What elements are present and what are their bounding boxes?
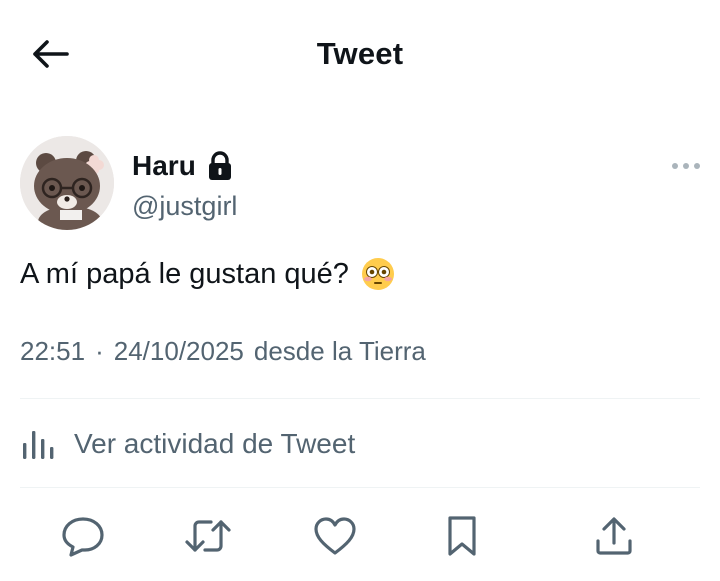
divider [20, 487, 700, 488]
heart-icon [314, 517, 356, 555]
tweet-author: Haru @justgirl [20, 136, 720, 232]
reply-icon [62, 517, 104, 557]
bookmark-icon [448, 516, 476, 556]
tweet-date[interactable]: 24/10/2025 [114, 336, 244, 367]
divider [20, 398, 700, 399]
user-handle[interactable]: @justgirl [132, 191, 237, 222]
top-bar: Tweet [0, 0, 720, 108]
view-activity-link[interactable]: Ver actividad de Tweet [20, 420, 355, 468]
teddy-bear-avatar-image [20, 136, 114, 230]
reply-button[interactable] [57, 510, 109, 562]
more-horizontal-icon [672, 163, 700, 169]
tweet-meta: 22:51 · 24/10/2025 desde la Tierra [20, 336, 426, 367]
tweet-text: A mí papá le gustan qué? [20, 258, 349, 290]
tweet-action-bar [0, 510, 720, 566]
more-options-button[interactable] [666, 152, 706, 180]
meta-separator: · [95, 336, 104, 366]
display-name[interactable]: Haru [132, 150, 196, 182]
retweet-icon [185, 520, 231, 552]
retweet-button[interactable] [182, 510, 234, 562]
like-button[interactable] [309, 510, 361, 562]
share-button[interactable] [588, 510, 640, 562]
analytics-icon [23, 431, 54, 459]
bookmark-button[interactable] [436, 510, 488, 562]
tweet-source: desde la Tierra [253, 336, 426, 366]
flushed-face-emoji-icon [361, 258, 394, 290]
avatar[interactable] [20, 136, 114, 230]
tweet-time[interactable]: 22:51 [20, 336, 85, 367]
page-title: Tweet [316, 36, 404, 71]
share-icon [596, 517, 632, 555]
view-activity-label: Ver actividad de Tweet [74, 428, 356, 459]
display-name-row: Haru [132, 150, 234, 182]
lock-icon [208, 151, 231, 180]
tweet-body: A mí papá le gustan qué? [20, 254, 395, 294]
